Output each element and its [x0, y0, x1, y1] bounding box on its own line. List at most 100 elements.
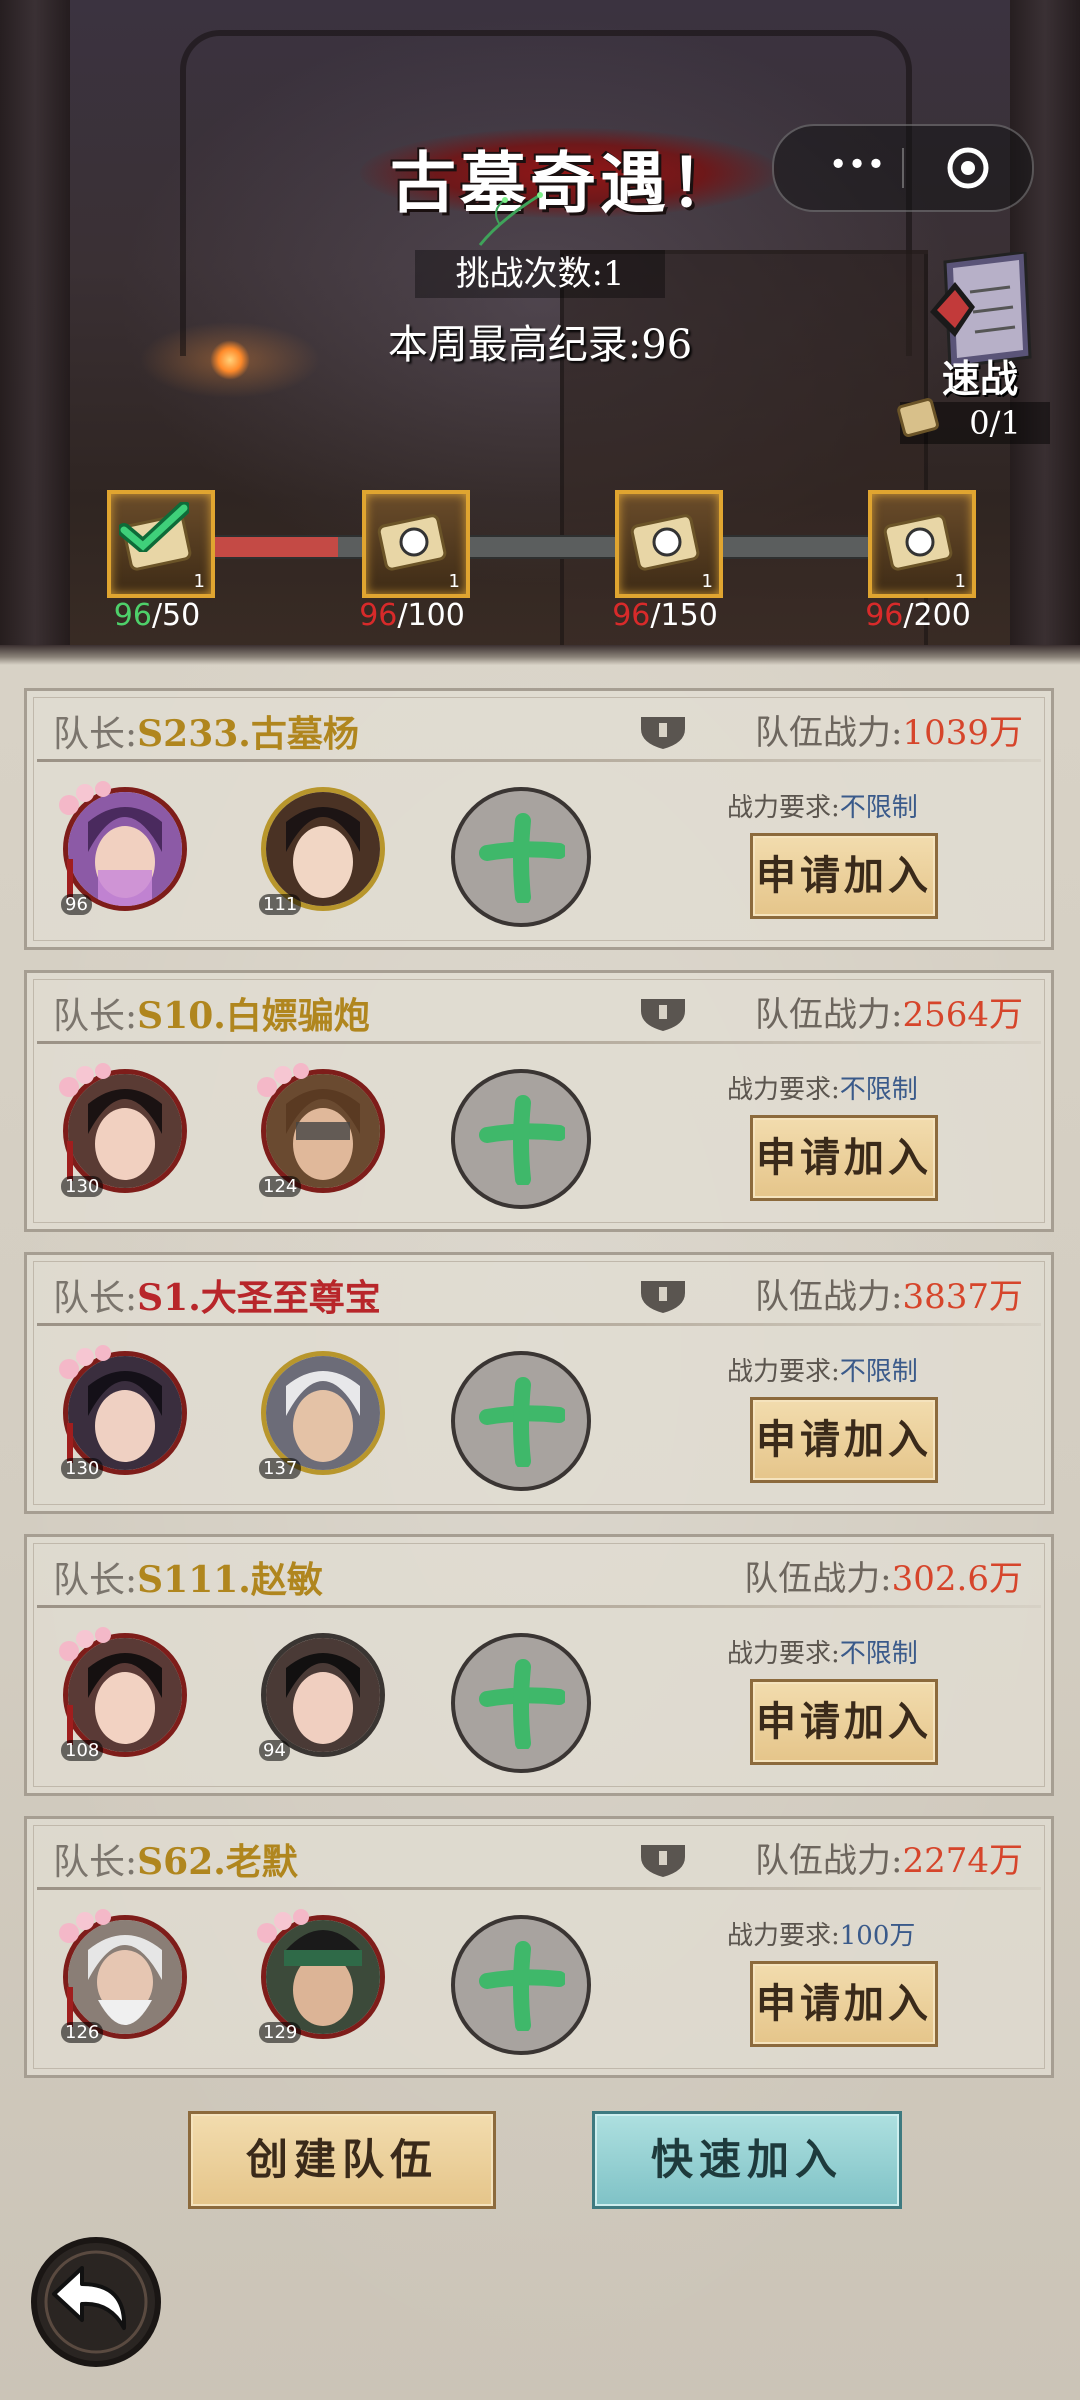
milestone-chest-3[interactable]: 1: [615, 490, 723, 598]
requirement-label: 战力要求:: [727, 1075, 840, 1105]
member-level: 108: [61, 1740, 104, 1761]
member-level: 94: [259, 1740, 290, 1761]
member-level: 126: [61, 2022, 104, 2043]
scroll-reward-icon: [883, 514, 953, 571]
power-label: 队伍战力:: [755, 1841, 903, 1881]
requirement-value: 不限制: [839, 793, 918, 823]
milestone-target: /150: [650, 598, 718, 633]
dungeon-header: 古墓奇遇！ ••• 挑战次数:1 本周最高纪录:96 速战 0/1 1 96/5…: [0, 0, 1080, 665]
requirement-value: 不限制: [839, 1075, 918, 1105]
requirement-value: 100万: [839, 1921, 916, 1951]
back-arrow-icon[interactable]: [26, 2232, 166, 2372]
leader-name: S233.古墓杨: [137, 713, 359, 755]
miniprogram-capsule: •••: [772, 124, 1034, 212]
milestone-chest-4[interactable]: 1: [868, 490, 976, 598]
add-member-slot[interactable]: [451, 787, 591, 927]
team-leader: 队长:S233.古墓杨: [53, 705, 359, 757]
leader-name: S1.大圣至尊宝: [137, 1277, 381, 1319]
milestone-target: /200: [903, 598, 971, 633]
leader-prefix: 队长:: [53, 1278, 138, 1319]
member-avatar[interactable]: 130: [55, 1061, 195, 1201]
power-value: 302.6万: [891, 1559, 1023, 1599]
milestone-current: 96: [865, 598, 904, 633]
blossom-decoration-icon: [59, 1345, 111, 1379]
member-avatar[interactable]: 126: [55, 1907, 195, 2047]
capsule-divider: [902, 148, 904, 188]
blossom-decoration-icon: [257, 1063, 309, 1097]
apply-join-button[interactable]: 申请加入: [750, 833, 938, 919]
claimed-check-icon: [119, 502, 189, 552]
member-avatar[interactable]: 130: [55, 1343, 195, 1483]
team-power-icon: [641, 999, 685, 1031]
power-label: 队伍战力:: [755, 1277, 903, 1317]
member-level: 124: [259, 1176, 302, 1197]
weekly-record: 本周最高纪录:96: [387, 322, 693, 368]
leader-name: S111.赵敏: [137, 1559, 323, 1601]
member-avatar[interactable]: 124: [253, 1061, 393, 1201]
event-title: 古墓奇遇！: [360, 118, 780, 228]
member-avatar[interactable]: 94: [253, 1625, 393, 1765]
team-power-icon: [641, 717, 685, 749]
avatar-frame: [261, 1351, 385, 1475]
team-card: 队长:S10.白嫖骗炮 队伍战力:2564万 130 124 战力要求:不限制 …: [24, 970, 1054, 1232]
power-value: 3837万: [902, 1277, 1023, 1317]
card-divider: [37, 1323, 1041, 1326]
card-divider: [37, 1605, 1041, 1608]
team-power-icon: [641, 1845, 685, 1877]
member-avatar[interactable]: 129: [253, 1907, 393, 2047]
apply-join-button[interactable]: 申请加入: [750, 1115, 938, 1201]
more-button[interactable]: •••: [822, 148, 892, 182]
add-member-slot[interactable]: [451, 1633, 591, 1773]
team-card: 队长:S62.老默 队伍战力:2274万 126 129 战力要求:100万 申…: [24, 1816, 1054, 2078]
power-label: 队伍战力:: [755, 713, 903, 753]
plus-icon: [479, 1377, 565, 1467]
apply-join-button[interactable]: 申请加入: [750, 1961, 938, 2047]
reward-qty: 1: [701, 571, 713, 592]
milestone-current: 96: [113, 598, 152, 633]
apply-join-button[interactable]: 申请加入: [750, 1397, 938, 1483]
avatar-frame: [261, 787, 385, 911]
requirement-label: 战力要求:: [727, 1639, 840, 1669]
milestone-chest-2[interactable]: 1: [362, 490, 470, 598]
milestone-current: 96: [612, 598, 651, 633]
create-team-button[interactable]: 创建队伍: [188, 2111, 496, 2209]
milestone-label-2: 96/100: [337, 598, 487, 633]
quick-battle-count: 0/1: [969, 404, 1021, 442]
power-value: 2274万: [902, 1841, 1023, 1881]
requirement-label: 战力要求:: [727, 1921, 840, 1951]
reward-qty: 1: [448, 571, 460, 592]
leader-name: S62.老默: [137, 1841, 298, 1883]
challenge-count: 挑战次数:1: [415, 250, 665, 298]
scroll-reward-icon: [630, 514, 700, 571]
milestone-progress: 1 96/50 1 96/100 1 96/150 1 96/200: [0, 460, 1080, 660]
add-member-slot[interactable]: [451, 1351, 591, 1491]
blossom-decoration-icon: [59, 781, 111, 815]
team-power: 队伍战力:302.6万: [744, 1551, 1023, 1600]
quick-battle-button[interactable]: 速战 0/1: [895, 232, 1055, 444]
leader-prefix: 队长:: [53, 1842, 138, 1883]
member-avatar[interactable]: 108: [55, 1625, 195, 1765]
member-level: 137: [259, 1458, 302, 1479]
power-value: 2564万: [902, 995, 1023, 1035]
card-divider: [37, 1041, 1041, 1044]
member-avatar[interactable]: 111: [253, 779, 393, 919]
requirement-value: 不限制: [839, 1357, 918, 1387]
blossom-decoration-icon: [59, 1909, 111, 1943]
add-member-slot[interactable]: [451, 1915, 591, 2055]
apply-join-button[interactable]: 申请加入: [750, 1679, 938, 1765]
add-member-slot[interactable]: [451, 1069, 591, 1209]
hero-portrait: [266, 1638, 380, 1752]
close-miniprogram-icon[interactable]: [944, 144, 992, 192]
power-label: 队伍战力:: [744, 1559, 892, 1599]
team-card: 队长:S233.古墓杨 队伍战力:1039万 96 111 战力要求:不限制 申…: [24, 688, 1054, 950]
leader-name: S10.白嫖骗炮: [137, 995, 370, 1037]
ticket-icon: [897, 398, 939, 438]
team-power: 队伍战力:2274万: [755, 1833, 1023, 1882]
member-avatar[interactable]: 96: [55, 779, 195, 919]
plus-icon: [479, 1659, 565, 1749]
quick-join-button[interactable]: 快速加入: [592, 2111, 902, 2209]
plus-icon: [479, 813, 565, 903]
member-avatar[interactable]: 137: [253, 1343, 393, 1483]
milestone-label-4: 96/200: [843, 598, 993, 633]
milestone-chest-1[interactable]: 1: [107, 490, 215, 598]
